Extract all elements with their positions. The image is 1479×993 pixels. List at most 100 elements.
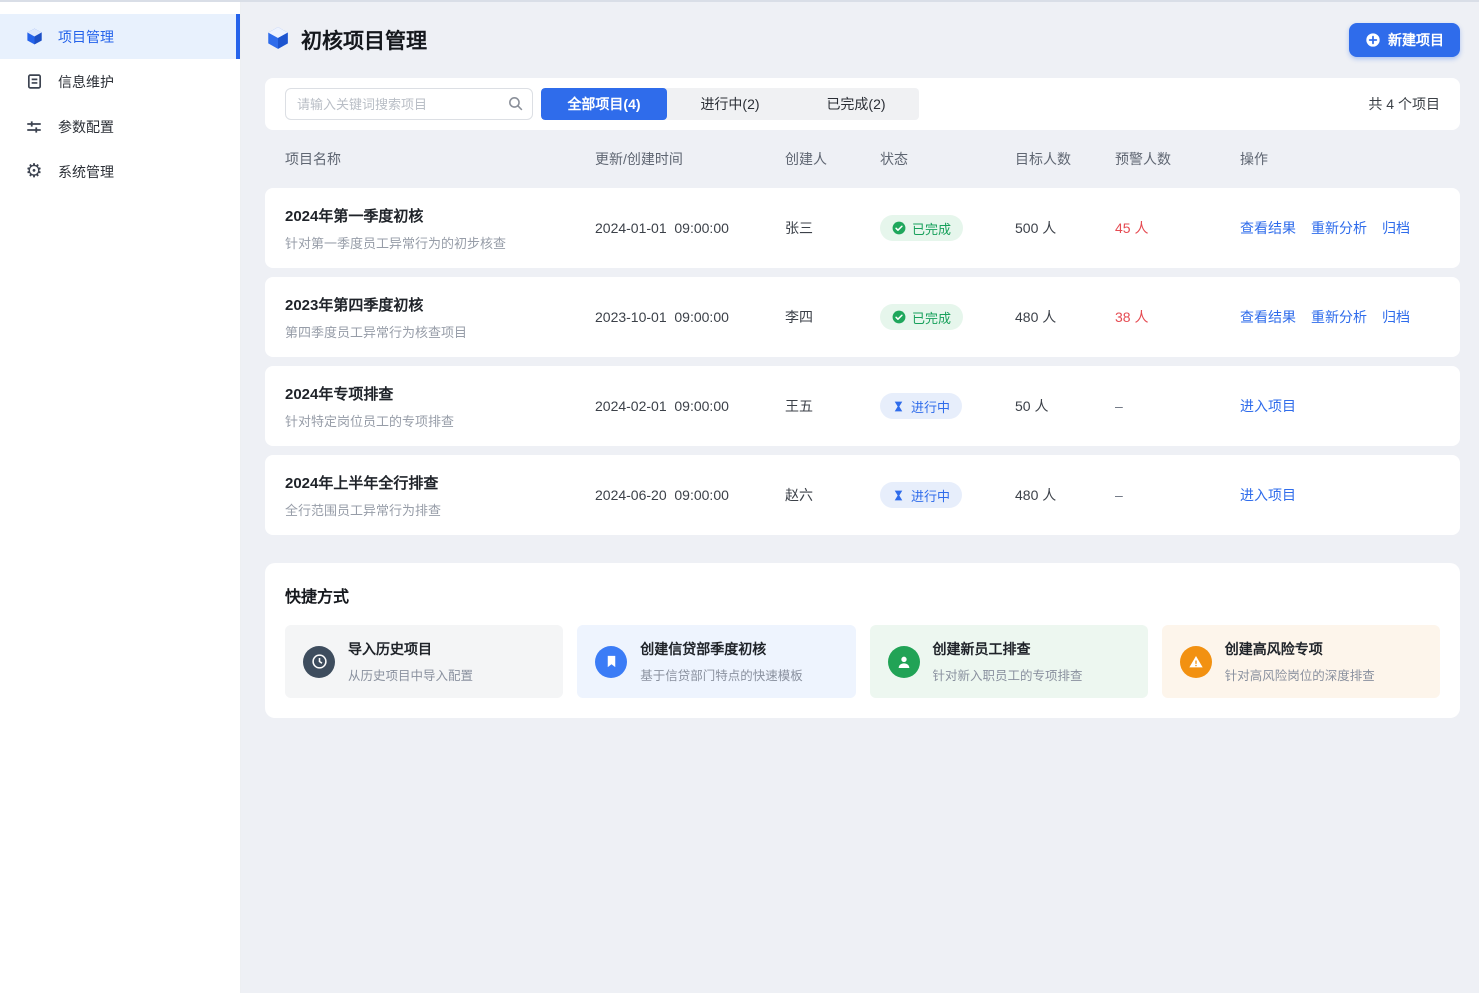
sliders-icon [24,117,44,137]
shortcut-title: 创建新员工排查 [933,639,1083,659]
check-circle-icon [892,221,906,235]
table-header: 项目名称 更新/创建时间 创建人 状态 目标人数 预警人数 操作 [265,130,1460,188]
warning-count: – [1115,487,1240,503]
enter-project-link[interactable]: 进入项目 [1240,396,1296,416]
status-badge: 进行中 [880,393,962,419]
view-results-link[interactable]: 查看结果 [1240,307,1296,327]
status-badge: 已完成 [880,215,963,241]
plus-circle-icon [1365,32,1381,48]
shortcut-title: 创建信贷部季度初核 [640,639,803,659]
row-actions: 进入项目 [1240,396,1440,416]
sidebar-item-info[interactable]: 信息维护 [0,59,240,104]
sidebar-item-label: 信息维护 [58,72,114,92]
col-actions: 操作 [1240,149,1440,169]
project-creator: 赵六 [785,485,880,505]
shortcut-credit-dept[interactable]: 创建信贷部季度初核 基于信贷部门特点的快速模板 [577,625,855,698]
toolbar: 全部项目(4) 进行中(2) 已完成(2) 共 4 个项目 [265,78,1460,130]
main-content: 初核项目管理 新建项目 全部项目(4) 进行中(2) 已完成(2) 共 4 个项… [241,2,1479,993]
row-actions: 查看结果 重新分析 归档 [1240,307,1440,327]
total-count: 共 4 个项目 [1368,94,1440,114]
warning-count: 45 人 [1115,218,1240,238]
new-project-label: 新建项目 [1388,30,1444,50]
shortcut-import-history[interactable]: 导入历史项目 从历史项目中导入配置 [285,625,563,698]
gear-icon: ⚙ [24,162,44,182]
sidebar-item-label: 参数配置 [58,117,114,137]
document-icon [24,72,44,92]
target-count: 480 人 [1015,485,1115,505]
search-input[interactable] [285,88,533,120]
cube-icon [265,25,291,56]
project-time: 2023-10-01 09:00:00 [595,309,785,325]
person-icon [888,646,920,678]
sidebar-item-label: 系统管理 [58,162,114,182]
view-results-link[interactable]: 查看结果 [1240,218,1296,238]
project-name: 2024年专项排查 [285,383,595,404]
page-title: 初核项目管理 [301,25,427,55]
hourglass-icon [892,489,905,502]
shortcut-desc: 从历史项目中导入配置 [348,665,473,684]
sidebar-item-system[interactable]: ⚙ 系统管理 [0,149,240,194]
table-row: 2023年第四季度初核 第四季度员工异常行为核查项目 2023-10-01 09… [265,277,1460,357]
shortcut-desc: 基于信贷部门特点的快速模板 [640,665,803,684]
project-desc: 针对第一季度员工异常行为的初步核查 [285,233,595,252]
col-time: 更新/创建时间 [595,149,785,169]
warning-count: – [1115,398,1240,414]
search-icon[interactable] [507,95,524,117]
clock-icon [303,646,335,678]
col-target: 目标人数 [1015,149,1115,169]
target-count: 480 人 [1015,307,1115,327]
reanalyze-link[interactable]: 重新分析 [1311,307,1367,327]
shortcuts-title: 快捷方式 [285,583,1440,607]
shortcut-new-employee[interactable]: 创建新员工排查 针对新入职员工的专项排查 [870,625,1148,698]
new-project-button[interactable]: 新建项目 [1349,23,1460,57]
reanalyze-link[interactable]: 重新分析 [1311,218,1367,238]
bookmark-icon [595,646,627,678]
tab-in-progress[interactable]: 进行中(2) [667,88,793,120]
shortcut-title: 导入历史项目 [348,639,473,659]
tab-completed[interactable]: 已完成(2) [793,88,919,120]
project-name: 2023年第四季度初核 [285,294,595,315]
sidebar: 项目管理 信息维护 参数配置 ⚙ 系统管理 [0,2,241,993]
project-time: 2024-02-01 09:00:00 [595,398,785,414]
table-row: 2024年上半年全行排查 全行范围员工异常行为排查 2024-06-20 09:… [265,455,1460,535]
col-name: 项目名称 [285,149,595,169]
warning-count: 38 人 [1115,307,1240,327]
page-header: 初核项目管理 新建项目 [265,2,1460,78]
project-desc: 第四季度员工异常行为核查项目 [285,322,595,341]
project-time: 2024-06-20 09:00:00 [595,487,785,503]
sidebar-item-projects[interactable]: 项目管理 [0,14,240,59]
col-creator: 创建人 [785,149,880,169]
filter-tabs: 全部项目(4) 进行中(2) 已完成(2) [541,88,919,120]
hourglass-icon [892,400,905,413]
check-circle-icon [892,310,906,324]
status-badge: 进行中 [880,482,962,508]
archive-link[interactable]: 归档 [1382,218,1410,238]
status-badge: 已完成 [880,304,963,330]
target-count: 500 人 [1015,218,1115,238]
sidebar-item-params[interactable]: 参数配置 [0,104,240,149]
col-status: 状态 [880,149,1015,169]
archive-link[interactable]: 归档 [1382,307,1410,327]
warning-icon [1180,646,1212,678]
project-creator: 张三 [785,218,880,238]
project-creator: 李四 [785,307,880,327]
shortcuts-panel: 快捷方式 导入历史项目 从历史项目中导入配置 创建信贷部季度初核 基于信贷部门特… [265,563,1460,718]
search-box [285,88,533,120]
tab-all-projects[interactable]: 全部项目(4) [541,88,667,120]
table-row: 2024年专项排查 针对特定岗位员工的专项排查 2024-02-01 09:00… [265,366,1460,446]
cube-icon [24,27,44,47]
target-count: 50 人 [1015,396,1115,416]
enter-project-link[interactable]: 进入项目 [1240,485,1296,505]
shortcut-high-risk[interactable]: 创建高风险专项 针对高风险岗位的深度排查 [1162,625,1440,698]
shortcut-desc: 针对高风险岗位的深度排查 [1225,665,1375,684]
row-actions: 查看结果 重新分析 归档 [1240,218,1440,238]
col-warning: 预警人数 [1115,149,1240,169]
project-time: 2024-01-01 09:00:00 [595,220,785,236]
sidebar-item-label: 项目管理 [58,27,114,47]
table-row: 2024年第一季度初核 针对第一季度员工异常行为的初步核查 2024-01-01… [265,188,1460,268]
project-desc: 针对特定岗位员工的专项排查 [285,411,595,430]
row-actions: 进入项目 [1240,485,1440,505]
project-name: 2024年第一季度初核 [285,205,595,226]
shortcut-title: 创建高风险专项 [1225,639,1375,659]
project-desc: 全行范围员工异常行为排查 [285,500,595,519]
